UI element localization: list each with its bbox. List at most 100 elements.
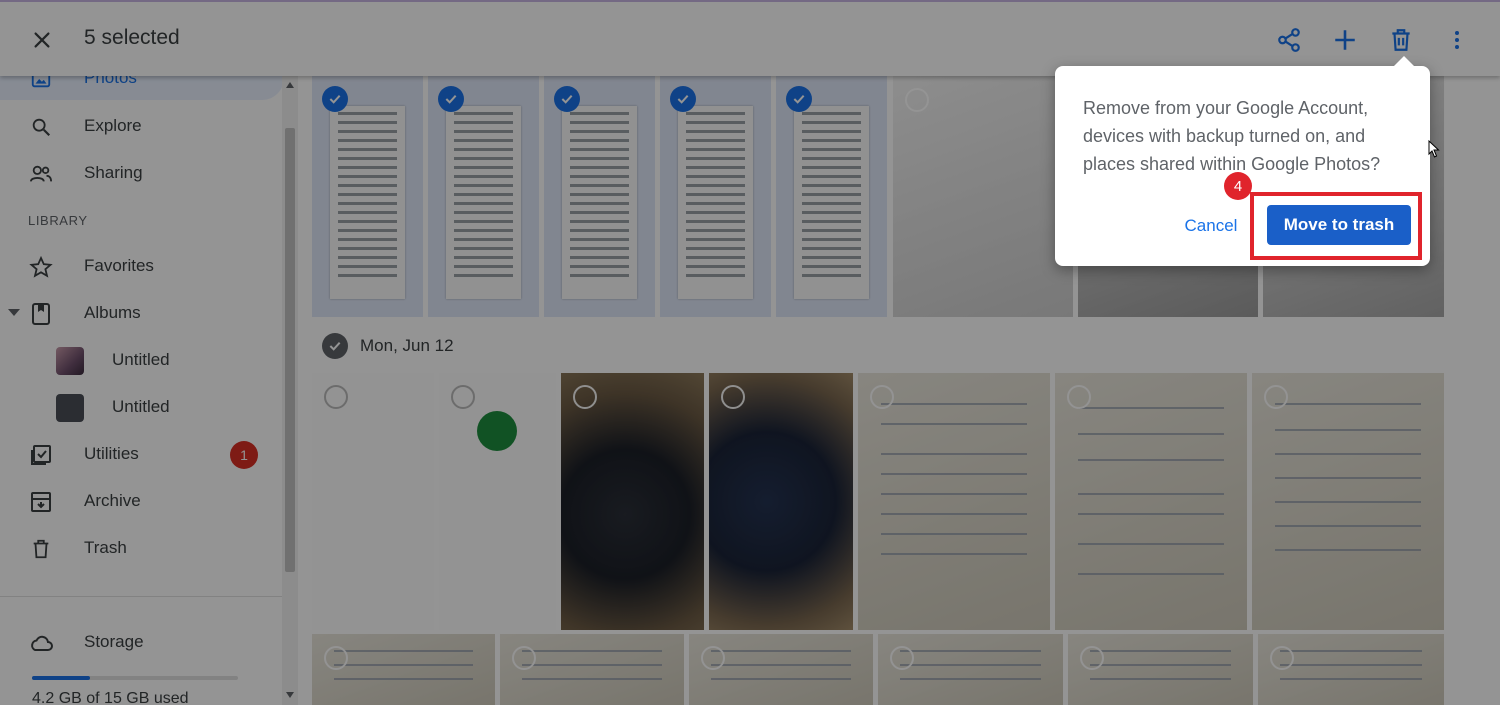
photo-tile[interactable] [709, 373, 853, 630]
select-circle-icon[interactable] [324, 385, 348, 409]
photo-tile[interactable] [439, 373, 556, 630]
photo-tile-selected[interactable] [776, 76, 887, 317]
photo-tile[interactable] [878, 634, 1063, 705]
photo-content [1252, 373, 1444, 630]
select-circle-icon[interactable] [512, 646, 536, 670]
share-icon [1278, 28, 1300, 52]
library-heading: LIBRARY [28, 213, 88, 228]
date-group-header[interactable]: Mon, Jun 12 [322, 333, 454, 359]
select-circle-icon[interactable] [451, 385, 475, 409]
photo-content [878, 634, 1063, 705]
photo-tile[interactable] [1055, 373, 1247, 630]
highlight-box [1250, 192, 1422, 260]
share-button[interactable] [1271, 22, 1307, 58]
photo-tile[interactable] [858, 373, 1050, 630]
more-options-button[interactable] [1439, 22, 1475, 58]
selected-check-icon[interactable] [554, 86, 580, 112]
expand-caret-icon[interactable] [8, 309, 20, 316]
photo-tile-selected[interactable] [544, 76, 655, 317]
check-circle-icon[interactable] [322, 333, 348, 359]
photo-tile[interactable] [1068, 634, 1253, 705]
photo-tile-selected[interactable] [660, 76, 771, 317]
search-icon [28, 114, 54, 140]
sidebar-scrollbar[interactable] [282, 76, 298, 705]
select-circle-icon[interactable] [701, 646, 725, 670]
sidebar-item-archive[interactable]: Archive [0, 479, 284, 523]
trash-icon [28, 536, 54, 562]
add-to-button[interactable] [1327, 22, 1363, 58]
sidebar-item-explore[interactable]: Explore [0, 104, 284, 148]
photo-content [312, 634, 495, 705]
sidebar-item-label: Archive [84, 491, 141, 510]
sidebar-item-favorites[interactable]: Favorites [0, 244, 284, 288]
cancel-button[interactable]: Cancel [1171, 208, 1251, 244]
select-circle-icon[interactable] [324, 646, 348, 670]
more-vert-icon [1455, 31, 1459, 49]
photo-content [858, 373, 1050, 630]
photo-tile[interactable] [893, 76, 1073, 317]
select-circle-icon[interactable] [573, 385, 597, 409]
selected-check-icon[interactable] [322, 86, 348, 112]
close-selection-button[interactable] [26, 24, 58, 56]
photo-tile[interactable] [689, 634, 873, 705]
sidebar-item-sharing[interactable]: Sharing [0, 151, 284, 195]
trash-icon [1392, 29, 1410, 51]
scrollbar-thumb[interactable] [285, 128, 295, 572]
photo-content [1055, 373, 1247, 630]
sidebar-item-label: Storage [84, 632, 144, 651]
people-icon [28, 161, 54, 187]
sidebar-item-utilities[interactable]: Utilities 1 [0, 432, 284, 476]
sidebar-item-label: Sharing [84, 163, 143, 182]
date-label: Mon, Jun 12 [360, 336, 454, 355]
add-icon [1335, 30, 1355, 50]
notification-badge: 1 [230, 441, 258, 469]
select-circle-icon[interactable] [1264, 385, 1288, 409]
photo-tile-selected[interactable] [428, 76, 539, 317]
delete-button[interactable] [1383, 22, 1419, 58]
selected-check-icon[interactable] [438, 86, 464, 112]
sidebar-item-label: Favorites [84, 256, 154, 275]
selected-check-icon[interactable] [786, 86, 812, 112]
sidebar-item-album-untitled-1[interactable]: Untitled [0, 338, 284, 382]
selection-toolbar: 5 selected [0, 0, 1500, 76]
photos-icon [28, 76, 54, 92]
photo-tile[interactable] [1252, 373, 1444, 630]
step-number-badge: 4 [1224, 172, 1252, 200]
sidebar-item-storage[interactable]: Storage [0, 620, 284, 664]
photo-content [794, 106, 869, 299]
sidebar-item-label: Untitled [112, 350, 170, 369]
storage-usage-text: 4.2 GB of 15 GB used [32, 690, 189, 705]
select-circle-icon[interactable] [721, 385, 745, 409]
sidebar-divider [0, 596, 282, 597]
dialog-message: Remove from your Google Account, devices… [1083, 98, 1381, 174]
sidebar-item-label: Trash [84, 538, 127, 557]
sidebar-item-label: Untitled [112, 397, 170, 416]
photo-tile[interactable] [312, 373, 434, 630]
photo-tile[interactable] [312, 634, 495, 705]
sidebar-item-album-untitled-2[interactable]: Untitled [0, 385, 284, 429]
star-icon [28, 254, 54, 280]
selected-check-icon[interactable] [670, 86, 696, 112]
storage-usage-fill [32, 676, 90, 680]
photo-content [1068, 634, 1253, 705]
sidebar-item-trash[interactable]: Trash [0, 526, 284, 570]
photo-tile-selected[interactable] [312, 76, 423, 317]
sidebar-item-albums[interactable]: Albums [0, 291, 284, 335]
select-circle-icon[interactable] [890, 646, 914, 670]
cloud-icon [28, 630, 54, 656]
scroll-down-arrow-icon[interactable] [286, 692, 294, 698]
photo-content [678, 106, 753, 299]
sidebar-item-photos[interactable]: Photos [0, 76, 284, 100]
select-circle-icon[interactable] [1080, 646, 1104, 670]
select-circle-icon[interactable] [1067, 385, 1091, 409]
photo-tile[interactable] [1258, 634, 1444, 705]
select-circle-icon[interactable] [905, 88, 929, 112]
select-circle-icon[interactable] [1270, 646, 1294, 670]
select-circle-icon[interactable] [870, 385, 894, 409]
photo-tile[interactable] [561, 373, 704, 630]
photo-content [689, 634, 873, 705]
mouse-cursor-icon [1428, 140, 1440, 158]
scroll-up-arrow-icon[interactable] [286, 82, 294, 88]
photo-tile[interactable] [500, 634, 684, 705]
success-check-graphic [477, 411, 517, 451]
